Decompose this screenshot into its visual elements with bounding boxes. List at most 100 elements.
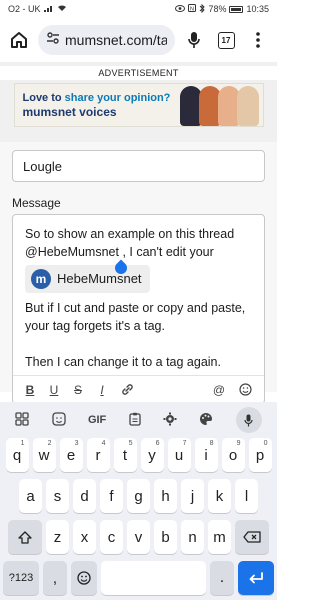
key-d[interactable]: d (73, 479, 96, 513)
enter-key[interactable] (238, 561, 274, 595)
address-bar[interactable]: mumsnet.com/ta (38, 25, 175, 55)
key-n[interactable]: n (181, 520, 204, 554)
key-q[interactable]: 1q (5, 438, 29, 472)
ad-headline-part1: Love to (22, 92, 65, 104)
home-button[interactable] (6, 27, 32, 53)
key-b[interactable]: b (154, 520, 177, 554)
sticker-icon[interactable] (51, 411, 66, 429)
underline-button[interactable]: U (49, 383, 59, 397)
key-v[interactable]: v (127, 520, 150, 554)
key-w[interactable]: 2w (32, 438, 56, 472)
shift-key[interactable] (8, 520, 42, 554)
wifi-icon (57, 4, 67, 14)
site-settings-icon[interactable] (46, 31, 60, 50)
key-i[interactable]: 8i (194, 438, 218, 472)
key-l[interactable]: l (235, 479, 258, 513)
gif-button[interactable]: GIF (88, 414, 106, 426)
keyboard-row-3: zxcvbnm (0, 520, 277, 554)
key-hint: 1 (20, 440, 25, 447)
key-y[interactable]: 6y (140, 438, 164, 472)
link-button[interactable] (121, 383, 134, 396)
key-z[interactable]: z (46, 520, 69, 554)
key-label: i (204, 446, 208, 464)
ad-banner[interactable]: Love to share your opinion? mumsnet voic… (13, 83, 264, 127)
browser-toolbar: mumsnet.com/ta 17 (0, 18, 277, 62)
message-paragraph: So to show an example on this thread @He… (25, 227, 235, 259)
comma-key[interactable]: , (43, 561, 67, 595)
message-editor[interactable]: So to show an example on this thread @He… (12, 214, 265, 404)
on-screen-keyboard: GIF 1q2w3e4r5t6y7u8i9o0p asdfghjkl zxcvb… (0, 402, 277, 600)
emoji-button[interactable] (239, 383, 252, 396)
key-c[interactable]: c (100, 520, 123, 554)
period-key[interactable]: . (210, 561, 234, 595)
emoji-key[interactable] (71, 561, 97, 595)
tab-switcher-button[interactable]: 17 (213, 27, 239, 53)
symbols-key[interactable]: ?123 (3, 561, 39, 595)
key-e[interactable]: 3e (59, 438, 83, 472)
italic-button[interactable]: I (97, 383, 107, 397)
emoji-icon (77, 571, 91, 585)
palette-icon[interactable] (199, 412, 213, 429)
clock: 10:35 (246, 4, 269, 14)
key-label: q (12, 446, 22, 464)
carrier-label: O2 - UK (8, 4, 41, 14)
apps-grid-icon[interactable] (15, 411, 29, 429)
ad-headline-part2: share your opinion? (64, 92, 171, 104)
key-t[interactable]: 5t (113, 438, 137, 472)
bluetooth-icon (199, 3, 206, 15)
key-m[interactable]: m (208, 520, 231, 554)
key-j[interactable]: j (181, 479, 204, 513)
mention-name: HebeMumsnet (57, 271, 142, 286)
shift-icon (18, 530, 32, 544)
eye-icon (175, 4, 186, 14)
clipboard-icon[interactable] (129, 412, 141, 429)
ad-container: ADVERTISEMENT Love to share your opinion… (0, 62, 277, 142)
voice-search-button[interactable] (181, 27, 207, 53)
settings-gear-icon[interactable] (163, 412, 177, 429)
message-paragraph: Then I can change it to a tag again. (25, 355, 221, 369)
status-bar: O2 - UK N 78% 10:35 (0, 0, 277, 18)
key-a[interactable]: a (19, 479, 42, 513)
key-x[interactable]: x (73, 520, 96, 554)
key-hint: 8 (209, 440, 214, 447)
key-label: e (66, 446, 76, 464)
key-k[interactable]: k (208, 479, 231, 513)
key-hint: 3 (74, 440, 79, 447)
ad-brand: mumsnet voices (22, 105, 117, 119)
home-icon (11, 32, 27, 48)
key-hint: 2 (47, 440, 52, 447)
nfc-icon: N (188, 4, 197, 14)
key-g[interactable]: g (127, 479, 150, 513)
key-p[interactable]: 0p (248, 438, 272, 472)
key-label: y (148, 446, 156, 464)
key-f[interactable]: f (100, 479, 123, 513)
bold-button[interactable]: B (25, 383, 35, 397)
space-key[interactable] (101, 561, 206, 595)
key-u[interactable]: 7u (167, 438, 191, 472)
key-hint: 4 (101, 440, 106, 447)
mention-chip[interactable]: m HebeMumsnet (25, 265, 150, 293)
post-form: Lougle Message So to show an example on … (0, 142, 277, 404)
keyboard-row-1: 1q2w3e4r5t6y7u8i9o0p (0, 438, 277, 472)
strikethrough-button[interactable]: S (73, 383, 83, 397)
battery-icon (229, 5, 244, 13)
key-label: w (38, 446, 50, 464)
keyboard-row-4: ?123 , . (0, 561, 277, 595)
key-r[interactable]: 4r (86, 438, 110, 472)
voice-input-key[interactable] (235, 407, 262, 433)
enter-icon (249, 572, 263, 584)
key-h[interactable]: h (154, 479, 177, 513)
url-text: mumsnet.com/ta (65, 32, 167, 48)
title-input[interactable]: Lougle (12, 150, 265, 182)
message-label: Message (12, 196, 61, 210)
more-menu-button[interactable] (245, 27, 271, 53)
svg-text:N: N (190, 6, 194, 12)
message-body[interactable]: So to show an example on this thread @He… (13, 215, 264, 381)
key-s[interactable]: s (46, 479, 69, 513)
mention-button[interactable]: @ (213, 383, 225, 397)
backspace-icon (243, 531, 261, 543)
key-o[interactable]: 9o (221, 438, 245, 472)
key-label: o (228, 446, 238, 464)
signal-icon (43, 4, 54, 14)
backspace-key[interactable] (235, 520, 269, 554)
